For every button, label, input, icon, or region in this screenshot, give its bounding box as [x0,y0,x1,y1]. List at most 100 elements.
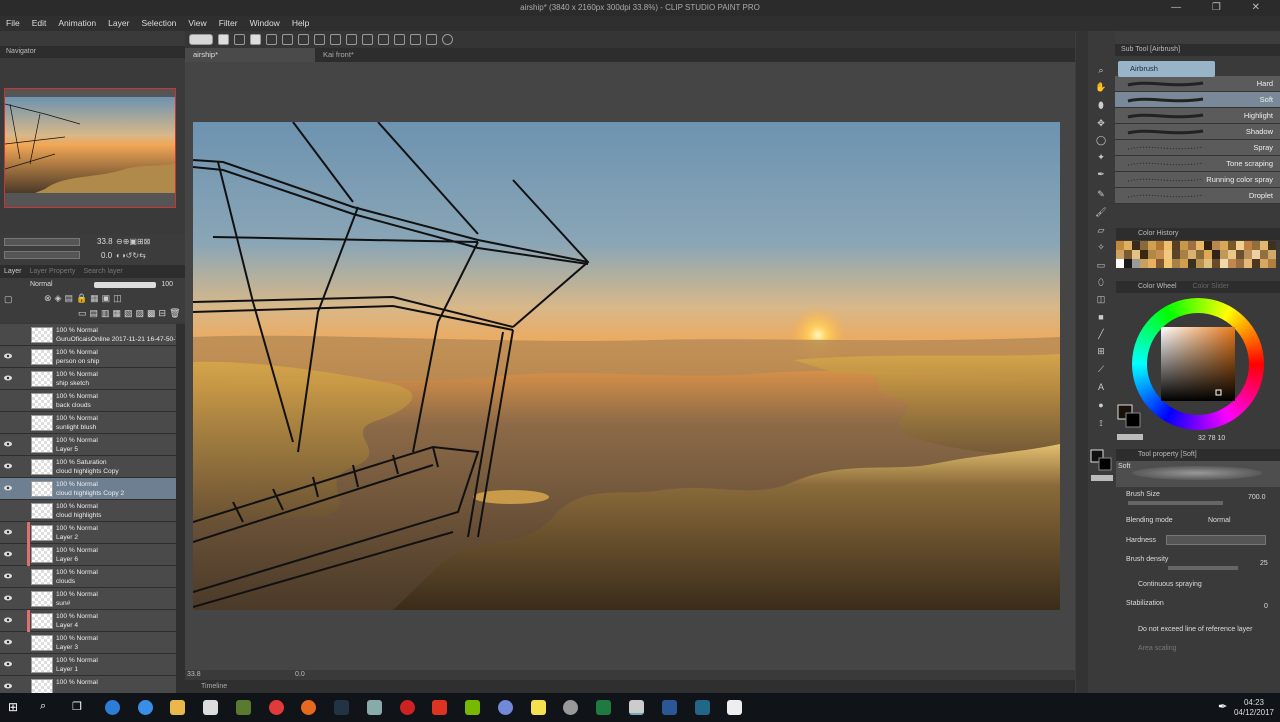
brush-size-slider[interactable] [1128,501,1223,505]
color-history-swatch[interactable] [1180,259,1188,268]
tab-layer[interactable]: Layer [0,265,26,278]
color-history-swatch[interactable] [1164,241,1172,250]
menu-layer[interactable]: Layer [102,16,135,31]
layer-row[interactable]: 100 % Normal person on ship [0,346,176,368]
fill-icon[interactable] [314,34,325,45]
color-history-swatch[interactable] [1180,241,1188,250]
new-icon[interactable] [218,34,229,45]
eye-icon[interactable] [4,683,12,689]
layer-row[interactable]: 100 % Normal Layer 3 [0,632,176,654]
app-icon-3[interactable] [400,700,415,715]
photos-icon[interactable] [727,700,742,715]
tab-search-layer[interactable]: Search layer [79,265,126,278]
redo-icon[interactable] [282,34,293,45]
color-history-swatch[interactable] [1164,259,1172,268]
menu-edit[interactable]: Edit [26,16,53,31]
canvas-artwork[interactable] [193,122,1060,610]
snap-special-ruler-icon[interactable] [394,34,405,45]
app-icon-1[interactable] [236,700,251,715]
sub-tool-item[interactable]: Spray [1115,140,1280,156]
opacity-value[interactable]: 100 [161,278,173,292]
color-history-swatch[interactable] [1212,241,1220,250]
color-history-swatch[interactable] [1196,241,1204,250]
window-controls[interactable]: — ❐ ✕ [1171,0,1274,16]
eye-icon[interactable] [4,419,12,425]
eye-icon[interactable] [4,595,12,601]
color-history-swatch[interactable] [1148,241,1156,250]
layer-row[interactable]: 100 % Normal Layer 5 [0,434,176,456]
eye-icon[interactable] [4,353,12,359]
word-icon[interactable] [662,700,677,715]
help-icon[interactable] [442,34,453,45]
color-history-swatch[interactable] [1236,250,1244,259]
color-history-swatch[interactable] [1132,259,1140,268]
color-history-swatch[interactable] [1204,250,1212,259]
color-history-swatch[interactable] [1268,250,1276,259]
fill-tool-icon[interactable]: ◫ [1094,293,1108,305]
color-history-swatch[interactable] [1212,259,1220,268]
app-icon-6[interactable] [695,700,710,715]
color-history-swatch[interactable] [1244,241,1252,250]
search-icon[interactable]: ⌕ [40,700,55,715]
undo-icon[interactable] [266,34,277,45]
color-history-swatch[interactable] [1268,259,1276,268]
menu-selection[interactable]: Selection [135,16,182,31]
hardness-selector[interactable] [1166,535,1266,545]
frame-tool-icon[interactable]: ⊞ [1094,345,1108,357]
color-history-swatch[interactable] [1228,250,1236,259]
mail-icon[interactable] [203,700,218,715]
layer-row[interactable]: 100 % Normal sunlight blush [0,412,176,434]
invert-selection-icon[interactable] [362,34,373,45]
color-history-swatch[interactable] [1244,259,1252,268]
clip-studio-icon[interactable] [189,34,213,45]
color-history-swatch[interactable] [1172,250,1180,259]
sub-tool-item[interactable]: Hard [1115,76,1280,92]
layer-row[interactable]: 100 % Normal sun# [0,588,176,610]
eye-icon[interactable] [4,463,12,469]
color-history-swatch[interactable] [1252,250,1260,259]
brush-density-value[interactable]: 25 [1260,560,1268,567]
sub-tool-item[interactable]: Tone scraping [1115,156,1280,172]
layer-row[interactable]: 100 % Normal [0,676,176,694]
layer-scrollbar[interactable] [176,324,185,694]
pen-tray-icon[interactable]: ✒ [1218,700,1233,715]
color-history-swatch[interactable] [1148,250,1156,259]
open-icon[interactable] [234,34,245,45]
color-history-swatch[interactable] [1228,259,1236,268]
text-tool-icon[interactable]: A [1094,381,1108,393]
color-history-swatch[interactable] [1252,241,1260,250]
sub-tool-item[interactable]: Shadow [1115,124,1280,140]
decoration-tool-icon[interactable]: ✧ [1094,241,1108,253]
layer-row[interactable]: 100 % Normal GuruOficaisOnline 2017-11-21… [0,324,176,346]
edge-browser-icon[interactable] [105,700,120,715]
eye-icon[interactable] [4,397,12,403]
excel-icon[interactable] [596,700,611,715]
eye-icon[interactable] [4,331,12,337]
main-sub-color-swatch[interactable] [1089,448,1115,484]
color-history-swatch[interactable] [1228,241,1236,250]
brush-size-value[interactable]: 700.0 [1248,494,1266,501]
nvidia-icon[interactable] [465,700,480,715]
color-history-swatch[interactable] [1260,250,1268,259]
eyedropper-tool-icon[interactable]: ⬮ [1094,99,1108,111]
clock[interactable]: 04:23 04/12/2017 [1234,698,1274,718]
sub-tool-item[interactable]: Droplet [1115,188,1280,204]
color-history-swatch[interactable] [1260,259,1268,268]
zoom-tool-icon[interactable]: ⌕ [1094,64,1108,76]
color-history-swatch[interactable] [1156,259,1164,268]
steam-icon[interactable] [334,700,349,715]
navigator-thumbnail[interactable] [4,88,176,208]
color-history-swatch[interactable] [1196,250,1204,259]
color-history-swatch[interactable] [1196,259,1204,268]
color-history-swatch[interactable] [1148,259,1156,268]
color-wheel-title[interactable]: Color Wheel [1122,283,1177,290]
ie-browser-icon[interactable] [138,700,153,715]
app-icon-2[interactable] [367,700,382,715]
layer-row[interactable]: 100 % Normal cloud highlights Copy 2 [0,478,176,500]
eye-icon[interactable] [4,375,12,381]
lasso-tool-icon[interactable]: ◯ [1094,134,1108,146]
yandex-icon[interactable] [269,700,284,715]
stabilization-value[interactable]: 0 [1264,603,1268,610]
airbrush-tool-icon[interactable]: ▱ [1094,224,1108,236]
discord-icon[interactable] [498,700,513,715]
